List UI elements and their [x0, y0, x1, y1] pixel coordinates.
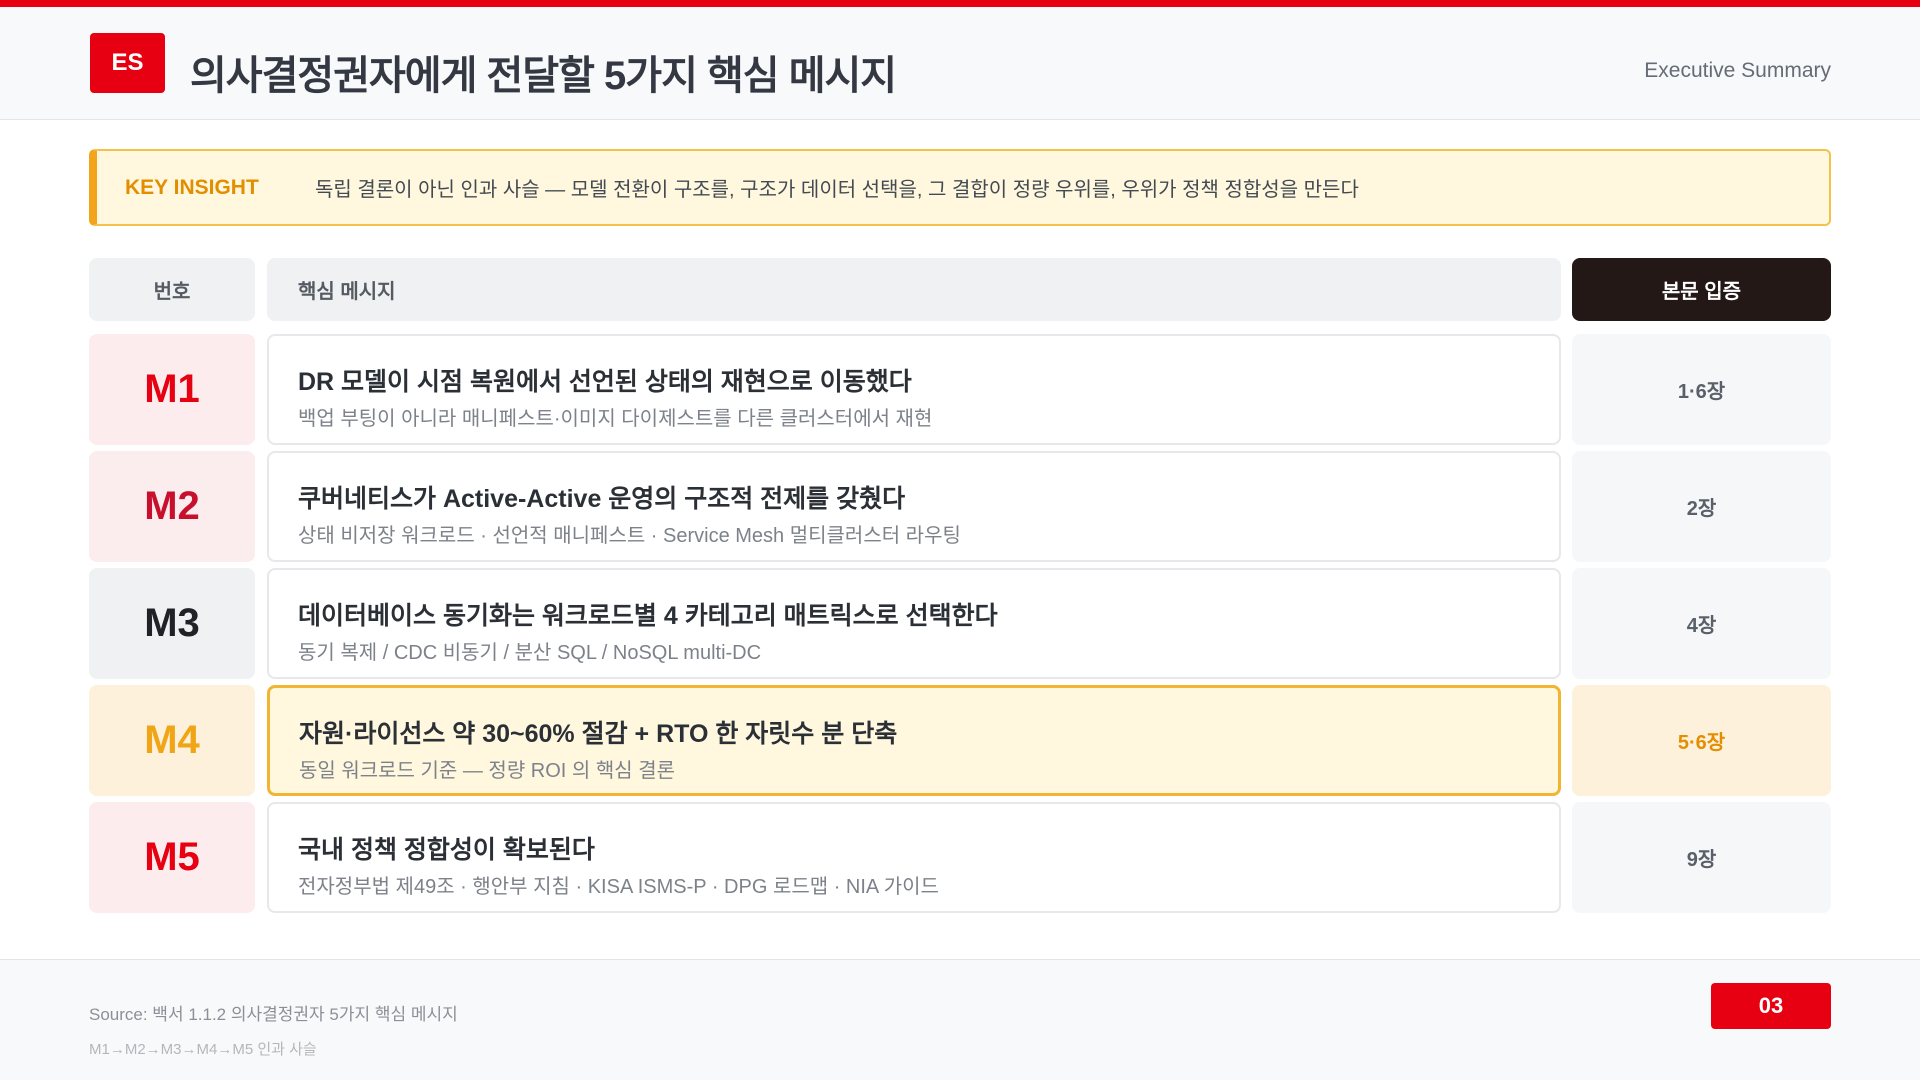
evidence-chapter: 4장	[1572, 568, 1831, 679]
message-title: 데이터베이스 동기화는 워크로드별 4 카테고리 매트릭스로 선택한다	[298, 602, 998, 630]
page-number: 03	[1711, 983, 1831, 1029]
top-accent-bar	[0, 0, 1920, 7]
message-number: M3	[89, 568, 255, 679]
message-subtitle: 백업 부팅이 아니라 매니페스트·이미지 다이제스트를 다른 클러스터에서 재현	[298, 408, 933, 430]
evidence-chapter: 1·6장	[1572, 334, 1831, 445]
table-row: M1 DR 모델이 시점 복원에서 선언된 상태의 재현으로 이동했다 백업 부…	[0, 334, 1920, 445]
message-subtitle: 전자정부법 제49조 · 행안부 지침 · KISA ISMS-P · DPG …	[298, 876, 939, 898]
key-insight-box: KEY INSIGHT 독립 결론이 아닌 인과 사슬 — 모델 전환이 구조를…	[89, 149, 1831, 226]
column-header-evidence: 본문 입증	[1572, 258, 1831, 321]
message-title: 국내 정책 정합성이 확보된다	[298, 836, 595, 864]
column-header-message: 핵심 메시지	[267, 258, 1561, 321]
message-number: M4	[89, 685, 255, 796]
evidence-chapter: 2장	[1572, 451, 1831, 562]
message-subtitle: 상태 비저장 워크로드 · 선언적 매니페스트 · Service Mesh 멀…	[298, 525, 961, 547]
message-title: DR 모델이 시점 복원에서 선언된 상태의 재현으로 이동했다	[298, 368, 912, 396]
message-cell: 자원·라이선스 약 30~60% 절감 + RTO 한 자릿수 분 단축 동일 …	[267, 685, 1561, 796]
source-note: Source: 백서 1.1.2 의사결정권자 5가지 핵심 메시지	[89, 1005, 458, 1024]
header: ES 의사결정권자에게 전달할 5가지 핵심 메시지 Executive Sum…	[0, 7, 1920, 120]
footer: Source: 백서 1.1.2 의사결정권자 5가지 핵심 메시지 M1→M2…	[0, 959, 1920, 1080]
key-insight-label: KEY INSIGHT	[125, 175, 259, 199]
message-cell: 국내 정책 정합성이 확보된다 전자정부법 제49조 · 행안부 지침 · KI…	[267, 802, 1561, 913]
message-cell: 데이터베이스 동기화는 워크로드별 4 카테고리 매트릭스로 선택한다 동기 복…	[267, 568, 1561, 679]
message-number: M2	[89, 451, 255, 562]
table-row-highlighted: M4 자원·라이선스 약 30~60% 절감 + RTO 한 자릿수 분 단축 …	[0, 685, 1920, 796]
page-title: 의사결정권자에게 전달할 5가지 핵심 메시지	[190, 54, 897, 98]
table-row: M3 데이터베이스 동기화는 워크로드별 4 카테고리 매트릭스로 선택한다 동…	[0, 568, 1920, 679]
message-number: M5	[89, 802, 255, 913]
message-number: M1	[89, 334, 255, 445]
table-row: M5 국내 정책 정합성이 확보된다 전자정부법 제49조 · 행안부 지침 ·…	[0, 802, 1920, 913]
message-subtitle: 동일 워크로드 기준 — 정량 ROI 의 핵심 결론	[299, 760, 676, 782]
message-title: 쿠버네티스가 Active-Active 운영의 구조적 전제를 갖췄다	[298, 485, 906, 513]
header-subtitle: Executive Summary	[1644, 59, 1831, 82]
evidence-chapter: 5·6장	[1572, 685, 1831, 796]
message-subtitle: 동기 복제 / CDC 비동기 / 분산 SQL / NoSQL multi-D…	[298, 642, 762, 664]
evidence-chapter: 9장	[1572, 802, 1831, 913]
message-cell: DR 모델이 시점 복원에서 선언된 상태의 재현으로 이동했다 백업 부팅이 …	[267, 334, 1561, 445]
message-cell: 쿠버네티스가 Active-Active 운영의 구조적 전제를 갖췄다 상태 …	[267, 451, 1561, 562]
column-header-number: 번호	[89, 258, 255, 321]
causal-chain-note: M1→M2→M3→M4→M5 인과 사슬	[89, 1041, 317, 1058]
message-title: 자원·라이선스 약 30~60% 절감 + RTO 한 자릿수 분 단축	[299, 720, 898, 748]
table-row: M2 쿠버네티스가 Active-Active 운영의 구조적 전제를 갖췄다 …	[0, 451, 1920, 562]
key-insight-text: 독립 결론이 아닌 인과 사슬 — 모델 전환이 구조를, 구조가 데이터 선택…	[315, 179, 1359, 201]
section-badge: ES	[90, 33, 165, 93]
